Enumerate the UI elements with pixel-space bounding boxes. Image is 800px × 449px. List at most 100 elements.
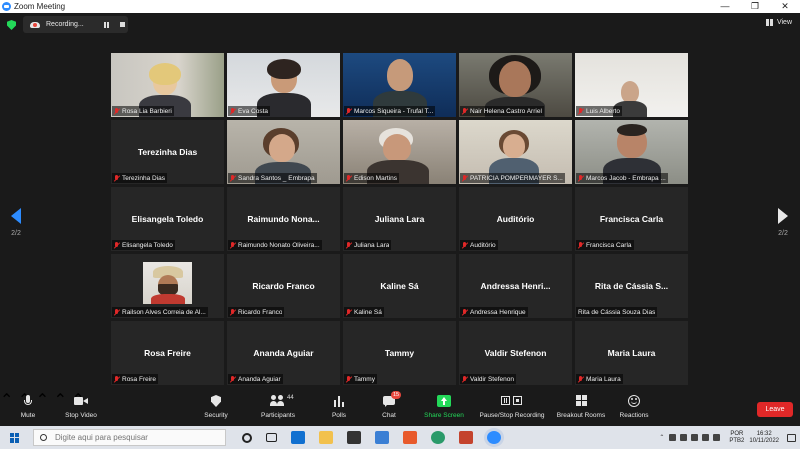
reactions-button[interactable]: Reactions bbox=[616, 394, 652, 424]
muted-mic-icon bbox=[346, 174, 352, 182]
participant-tile[interactable]: Marcos Siqueira - Trufal T... bbox=[343, 53, 456, 117]
pause-recording-icon[interactable] bbox=[104, 21, 109, 28]
participant-tile[interactable]: Rosa Freire Rosa Freire bbox=[111, 321, 224, 385]
mail-icon[interactable] bbox=[291, 431, 305, 444]
participant-name-tag: Railson Alves Correia de Al... bbox=[112, 307, 208, 317]
security-button[interactable]: Security bbox=[200, 394, 232, 424]
tray-app-icon[interactable] bbox=[669, 434, 677, 441]
taskbar-search[interactable] bbox=[33, 429, 226, 446]
dell-icon[interactable] bbox=[375, 431, 389, 444]
pause-stop-recording-button[interactable]: Pause/Stop Recording bbox=[476, 394, 548, 424]
share-screen-button[interactable]: Share Screen bbox=[422, 394, 466, 424]
participant-tile[interactable]: Terezinha Dias Terezinha Dias bbox=[111, 120, 224, 184]
participant-tile[interactable]: Tammy Tammy bbox=[343, 321, 456, 385]
participant-gallery: Rosa Lia Barbieri Eva Costa Marcos Sique… bbox=[111, 53, 689, 385]
polls-button[interactable]: Polls bbox=[328, 394, 350, 424]
cortana-icon[interactable] bbox=[242, 432, 252, 443]
participant-tile[interactable]: Auditório Auditório bbox=[459, 187, 572, 251]
audio-options-chevron-icon[interactable]: ⌃ bbox=[0, 392, 13, 409]
participant-tile[interactable]: Raimundo Nona... Raimundo Nonato Oliveir… bbox=[227, 187, 340, 251]
page-indicator-left: 2/2 bbox=[11, 230, 21, 237]
video-camera-icon bbox=[74, 394, 88, 409]
participant-tile[interactable]: Luis Alberto bbox=[575, 53, 688, 117]
participant-tile[interactable]: Andressa Henri... Andressa Henrique bbox=[459, 254, 572, 318]
participant-tile[interactable]: Ricardo Franco Ricardo Franco bbox=[227, 254, 340, 318]
muted-mic-icon bbox=[230, 375, 236, 383]
participant-tile[interactable]: Ananda Aguiar Ananda Aguiar bbox=[227, 321, 340, 385]
arrow-right-icon bbox=[778, 208, 788, 224]
participant-tile[interactable]: Maria Laura Maria Laura bbox=[575, 321, 688, 385]
participant-name-tag: Edison Martins bbox=[344, 173, 399, 183]
page-indicator-right: 2/2 bbox=[778, 230, 788, 237]
previous-page-button[interactable]: 2/2 bbox=[6, 208, 26, 237]
participant-tile[interactable]: Edison Martins bbox=[343, 120, 456, 184]
task-view-icon[interactable] bbox=[266, 433, 277, 442]
show-hidden-icons-chevron-icon[interactable]: ⌃ bbox=[659, 434, 664, 441]
next-page-button[interactable]: 2/2 bbox=[773, 208, 793, 237]
office-icon[interactable] bbox=[403, 431, 417, 444]
participant-tile[interactable]: Valdir Stefenon Valdir Stefenon bbox=[459, 321, 572, 385]
participant-tile[interactable]: Rita de Cássia S... Rita de Cássia Souza… bbox=[575, 254, 688, 318]
powerpoint-icon[interactable] bbox=[459, 431, 473, 444]
participant-tile[interactable]: Juliana Lara Juliana Lara bbox=[343, 187, 456, 251]
participant-tile[interactable]: Nair Helena Castro Arriel bbox=[459, 53, 572, 117]
muted-mic-icon bbox=[462, 375, 468, 383]
participant-tile[interactable]: Kaline Sá Kaline Sá bbox=[343, 254, 456, 318]
polls-chart-icon bbox=[334, 394, 344, 409]
participant-tile[interactable]: Railson Alves Correia de Al... bbox=[111, 254, 224, 318]
arrow-left-icon bbox=[11, 208, 21, 224]
restore-icon[interactable]: ❐ bbox=[740, 0, 770, 13]
system-clock[interactable]: 16:32 10/11/2022 bbox=[749, 431, 779, 445]
view-label: View bbox=[776, 19, 792, 26]
participant-name-tag: Marcos Siqueira - Trufal T... bbox=[344, 106, 436, 116]
close-icon[interactable]: ✕ bbox=[770, 0, 800, 13]
participant-tile[interactable]: Rosa Lia Barbieri bbox=[111, 53, 224, 117]
window-title: Zoom Meeting bbox=[14, 2, 66, 11]
muted-mic-icon bbox=[114, 107, 120, 115]
muted-mic-icon bbox=[462, 308, 468, 316]
file-explorer-icon[interactable] bbox=[319, 431, 333, 444]
muted-mic-icon bbox=[578, 241, 584, 249]
onedrive-icon[interactable] bbox=[713, 434, 721, 441]
mute-button[interactable]: Mute bbox=[14, 394, 42, 424]
taskbar-search-input[interactable] bbox=[55, 433, 215, 442]
participant-name-tag: Luis Alberto bbox=[576, 106, 622, 116]
participant-name-tag: Juliana Lara bbox=[344, 240, 392, 250]
minimize-icon[interactable]: — bbox=[710, 0, 740, 13]
participant-tile[interactable]: Marcos Jacob - Embrapa ... bbox=[575, 120, 688, 184]
smiley-icon bbox=[628, 394, 640, 409]
view-button[interactable]: View bbox=[765, 19, 792, 26]
participant-name-tag: Sandra Santos _ Embrapa bbox=[228, 173, 317, 183]
recording-label: Recording... bbox=[46, 21, 84, 28]
participant-tile[interactable]: PATRICIA POMPERMAYER S... bbox=[459, 120, 572, 184]
notification-center-icon[interactable] bbox=[787, 433, 796, 442]
chat-button[interactable]: 15 Chat bbox=[376, 391, 402, 424]
breakout-rooms-button[interactable]: Breakout Rooms bbox=[554, 394, 608, 424]
leave-button[interactable]: Leave bbox=[757, 402, 793, 417]
zoom-taskbar-icon[interactable] bbox=[487, 431, 501, 444]
muted-mic-icon bbox=[578, 107, 584, 115]
pause-stop-icon bbox=[501, 394, 523, 409]
participant-tile[interactable]: Francisca Carla Francisca Carla bbox=[575, 187, 688, 251]
participants-button[interactable]: 44 Participants bbox=[256, 394, 300, 424]
participant-tile[interactable]: Elisangela Toledo Elisangela Toledo bbox=[111, 187, 224, 251]
input-language-indicator[interactable]: POR PTB2 bbox=[729, 431, 744, 445]
stop-video-button[interactable]: Stop Video bbox=[60, 394, 102, 424]
network-icon[interactable] bbox=[680, 434, 688, 441]
participant-tile[interactable]: Eva Costa bbox=[227, 53, 340, 117]
windows-start-icon[interactable] bbox=[10, 432, 20, 443]
edge-browser-icon[interactable] bbox=[431, 431, 445, 444]
grid-view-icon bbox=[765, 19, 773, 26]
participant-tile[interactable]: Sandra Santos _ Embrapa bbox=[227, 120, 340, 184]
store-icon[interactable] bbox=[347, 431, 361, 444]
participants-count: 44 bbox=[287, 395, 294, 401]
battery-icon[interactable] bbox=[702, 434, 710, 441]
security-shield-icon[interactable] bbox=[7, 20, 16, 30]
muted-mic-icon bbox=[346, 107, 352, 115]
volume-icon[interactable] bbox=[691, 434, 699, 441]
participants-icon bbox=[270, 394, 286, 409]
title-bar: Zoom Meeting — ❐ ✕ bbox=[0, 0, 800, 13]
system-tray: ⌃ POR PTB2 16:32 10/11/2022 bbox=[659, 431, 796, 445]
muted-mic-icon bbox=[462, 241, 468, 249]
stop-recording-icon[interactable] bbox=[120, 22, 125, 27]
